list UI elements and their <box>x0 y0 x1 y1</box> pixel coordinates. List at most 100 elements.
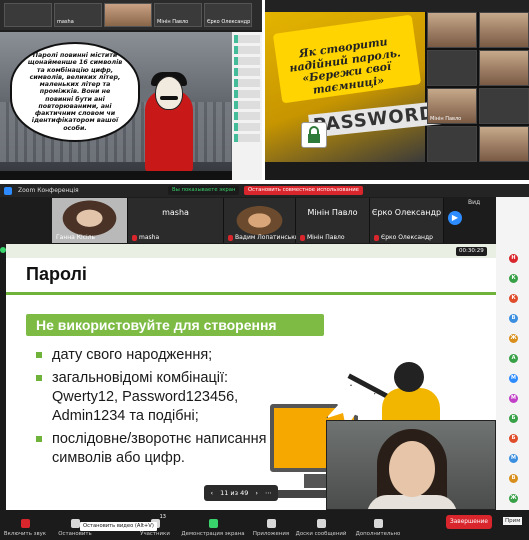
video-tile-vadym[interactable]: Вадим Лопатинський <box>224 198 303 243</box>
video-tile[interactable] <box>479 88 529 124</box>
video-tile-minin[interactable]: Мінін Павло Мінін Павло <box>296 198 370 243</box>
muted-mic-icon <box>374 234 379 241</box>
video-tile-yerko[interactable]: Єрко Олександр Єрко Олександр <box>370 198 444 243</box>
participant-label: Вадим Лопатинський <box>228 234 303 241</box>
next-page-arrow-icon[interactable]: ▶ <box>448 211 462 225</box>
video-tile-ganna[interactable]: Ганна Кісіль <box>52 198 128 243</box>
participant-name: Єрко Олександр <box>371 208 442 217</box>
bubble-text: Паролі повинні містити щонайменше 16 сим… <box>27 52 123 132</box>
password-key: PASSWORD <box>308 101 441 138</box>
slide-title: Паролі <box>26 264 87 284</box>
video-tile[interactable]: Мінін Павло <box>427 88 477 124</box>
participant-name: Єрко Олександр <box>207 19 251 25</box>
video-tile[interactable] <box>427 126 477 162</box>
participant-avatar[interactable]: А <box>509 354 518 363</box>
screenshot-top-left: masha Мінін Павло Єрко Олександр Паролі … <box>0 0 262 180</box>
side-panel <box>232 32 262 180</box>
button-label: Участники <box>140 531 170 537</box>
participant-avatar[interactable]: В <box>509 314 518 323</box>
toolbar <box>265 162 529 180</box>
share-timer: 00:30:29 <box>456 247 487 256</box>
video-tile[interactable] <box>427 12 477 48</box>
shared-slide: Паролі повинні містити щонайменше 16 сим… <box>0 32 232 180</box>
participant-avatar[interactable]: М <box>509 394 518 403</box>
more-icon <box>373 519 383 528</box>
button-label: Приложения <box>252 531 290 537</box>
participant-avatar[interactable]: Н <box>509 254 518 263</box>
participant-label: Ганна Кісіль <box>56 234 96 241</box>
participant-name: Мінін Павло <box>157 19 189 25</box>
muted-mic-icon <box>300 234 305 241</box>
end-meeting-button[interactable]: Завершение <box>446 515 492 529</box>
more-icon[interactable]: ⋯ <box>265 489 272 497</box>
video-tile[interactable] <box>479 12 529 48</box>
participant-name: Мінін Павло <box>430 116 462 122</box>
participant-avatar[interactable]: Ж <box>509 334 518 343</box>
tooltip: Остановить видео (Alt+V) <box>80 522 157 531</box>
share-screen-icon <box>208 519 218 528</box>
more-button[interactable]: Дополнительно <box>346 510 410 540</box>
video-tile[interactable]: Єрко Олександр <box>204 3 252 27</box>
lock-icon <box>301 122 327 148</box>
share-indicator-icon <box>0 247 6 253</box>
unmute-button[interactable]: Включить звук <box>0 510 50 540</box>
whiteboard-icon <box>316 519 326 528</box>
toolbar <box>0 171 232 180</box>
video-tile[interactable] <box>479 50 529 86</box>
video-tile[interactable]: Мінін Павло <box>154 3 202 27</box>
slide-divider <box>6 292 496 295</box>
video-tile[interactable] <box>427 50 477 86</box>
button-label: Включить звук <box>3 531 47 537</box>
masked-character-illustration <box>145 72 193 172</box>
title-bar <box>265 0 529 12</box>
participant-strip: masha Мінін Павло Єрко Олександр <box>0 0 262 30</box>
prev-arrow-icon[interactable]: ‹ <box>210 489 213 497</box>
participant-avatar[interactable]: К <box>509 274 518 283</box>
apps-button[interactable]: Приложения <box>246 510 296 540</box>
photo-collage: masha Мінін Павло Єрко Олександр Паролі … <box>0 0 529 540</box>
participant-count: 13 <box>159 514 166 520</box>
zoom-logo-icon <box>4 186 12 195</box>
slide-header-band <box>6 244 496 258</box>
video-camera-icon <box>70 519 80 528</box>
view-button[interactable]: Вид <box>468 199 480 206</box>
zoom-window: Zoom Конференція Вы показываете экран Ос… <box>0 184 529 540</box>
participant-avatar[interactable]: К <box>509 294 518 303</box>
page-count: 11 из 49 <box>220 489 249 497</box>
button-label: Остановить <box>58 531 92 537</box>
participant-grid: Мінін Павло <box>427 12 529 162</box>
next-arrow-icon[interactable]: › <box>255 489 258 497</box>
button-label: Дополнительно <box>355 531 401 537</box>
slide-pager[interactable]: ‹ 11 из 49 › ⋯ <box>204 485 278 501</box>
speech-bubble: Паролі повинні містити щонайменше 16 сим… <box>10 42 140 142</box>
participant-avatar[interactable]: Б <box>509 414 518 423</box>
button-label: Доски сообщений <box>295 531 347 537</box>
apps-icon <box>266 519 276 528</box>
video-tile[interactable] <box>4 3 52 27</box>
participant-name: masha <box>162 208 189 217</box>
self-video[interactable] <box>326 420 496 510</box>
video-tile[interactable] <box>104 3 152 27</box>
sharing-status: Вы показываете экран <box>168 186 240 195</box>
participant-name: Мінін Павло <box>307 208 358 217</box>
button-label: Демонстрация экрана <box>181 531 245 537</box>
video-tile-masha[interactable]: masha masha <box>128 198 224 243</box>
slide-banner: Не використовуйте для створення паролів: <box>26 314 324 355</box>
participant-avatar[interactable]: Ж <box>509 494 518 503</box>
video-tile[interactable]: masha <box>54 3 102 27</box>
muted-mic-icon <box>228 234 233 241</box>
video-tile[interactable] <box>479 126 529 162</box>
participant-avatar[interactable]: М <box>509 374 518 383</box>
share-screen-button[interactable]: Демонстрация экрана <box>180 510 246 540</box>
app-title: Zoom Конференція <box>18 187 79 194</box>
whiteboard-button[interactable]: Доски сообщений <box>296 510 346 540</box>
participant-name: masha <box>57 19 74 25</box>
screenshot-top-right: Як створити надійний пароль. «Бережи сво… <box>265 0 529 180</box>
participant-label: Єрко Олександр <box>374 234 433 241</box>
stop-share-button[interactable]: Остановить совместное использование <box>244 186 363 195</box>
participant-avatar[interactable]: М <box>509 454 518 463</box>
microphone-icon <box>20 519 30 528</box>
participant-avatar[interactable]: В <box>509 474 518 483</box>
participant-label: Мінін Павло <box>300 234 345 241</box>
participant-avatar[interactable]: Б <box>509 434 518 443</box>
